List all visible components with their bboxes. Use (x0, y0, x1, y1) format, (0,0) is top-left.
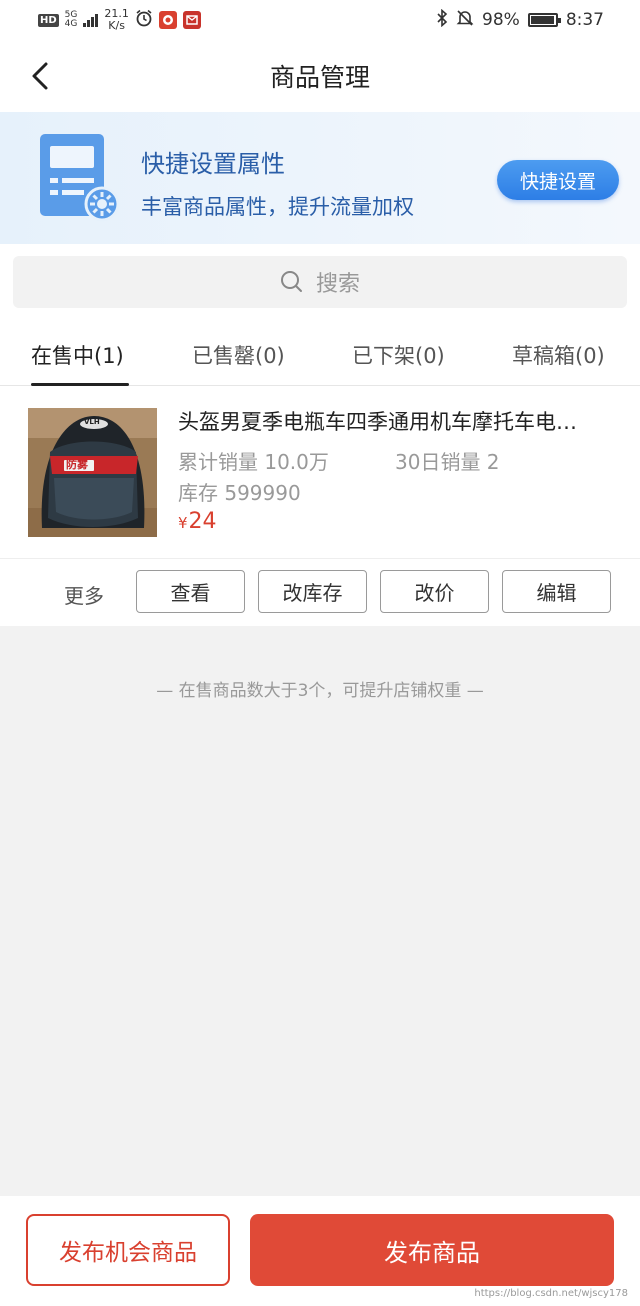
edit-stock-button[interactable]: 改库存 (258, 570, 367, 613)
page-title: 商品管理 (269, 63, 370, 92)
edit-button[interactable]: 编辑 (502, 570, 611, 613)
app-notification-icon (158, 11, 177, 29)
bluetooth-icon (436, 8, 448, 32)
banner-text: 快捷设置属性 丰富商品属性，提升流量加权 (141, 144, 414, 221)
product-card: 防雾 VLH 头盔男夏季电瓶车四季通用机车摩托车电… 累计销量 10.0万 30… (0, 386, 640, 626)
network-type: 5G 4G (64, 10, 78, 29)
search-section: 搜索 (0, 244, 640, 322)
card-divider (0, 558, 640, 559)
status-bar: HD 5G 4G 21.1 K/s 98% 8:37 (0, 0, 640, 40)
tab-drafts[interactable]: 草稿箱(0) (512, 340, 605, 370)
document-settings-icon (38, 134, 120, 226)
product-price: ¥24 (178, 509, 217, 534)
banner-title: 快捷设置属性 (141, 150, 285, 178)
battery-icon (527, 13, 561, 27)
network-speed: 21.1 K/s (104, 7, 129, 32)
more-button[interactable]: 更多 (64, 580, 104, 609)
mail-app-icon (182, 11, 201, 29)
stock-count: 库存 599990 (178, 481, 301, 505)
price-value: 24 (188, 509, 217, 534)
status-bar-right: 98% 8:37 (436, 8, 604, 32)
product-title[interactable]: 头盔男夏季电瓶车四季通用机车摩托车电… (178, 406, 618, 436)
publish-opportunity-product-button[interactable]: 发布机会商品 (26, 1214, 230, 1286)
quick-setup-button[interactable]: 快捷设置 (497, 160, 619, 200)
hd-badge: HD (38, 13, 59, 27)
clock: 8:37 (565, 10, 604, 30)
mute-bell-icon (456, 9, 474, 32)
signal-icon (83, 13, 99, 27)
thumb-text: 防雾 (66, 458, 88, 471)
view-button[interactable]: 查看 (136, 570, 245, 613)
store-weight-hint: — 在售商品数大于3个，可提升店铺权重 — (156, 681, 484, 701)
edit-price-button[interactable]: 改价 (380, 570, 489, 613)
tab-delisted[interactable]: 已下架(0) (352, 340, 445, 370)
banner-subtitle: 丰富商品属性，提升流量加权 (141, 195, 414, 219)
status-bar-left: HD 5G 4G 21.1 K/s (38, 8, 201, 32)
total-sales: 累计销量 10.0万 (178, 450, 329, 474)
search-placeholder: 搜索 (315, 272, 360, 297)
battery-percent: 98% (482, 10, 520, 30)
product-image[interactable]: 防雾 VLH (28, 408, 157, 537)
tab-sold-out[interactable]: 已售罄(0) (192, 340, 285, 370)
nav-bar: 商品管理 (0, 40, 640, 112)
tab-on-sale[interactable]: 在售中(1) (31, 340, 124, 370)
search-input[interactable]: 搜索 (13, 256, 627, 308)
currency-symbol: ¥ (178, 514, 188, 532)
quick-setup-banner: 快捷设置属性 丰富商品属性，提升流量加权 快捷设置 (0, 112, 640, 244)
search-icon (280, 271, 302, 292)
sales-30-days: 30日销量 2 (395, 450, 500, 474)
watermark: https://blog.csdn.net/wjscy178 (474, 1288, 628, 1299)
chevron-left-icon (32, 62, 48, 90)
alarm-icon (135, 9, 153, 31)
status-tabs: 在售中(1) 已售罄(0) 已下架(0) 草稿箱(0) (0, 322, 640, 386)
back-button[interactable] (22, 58, 58, 94)
publish-product-button[interactable]: 发布商品 (250, 1214, 614, 1286)
thumb-brand: VLH (84, 418, 100, 426)
